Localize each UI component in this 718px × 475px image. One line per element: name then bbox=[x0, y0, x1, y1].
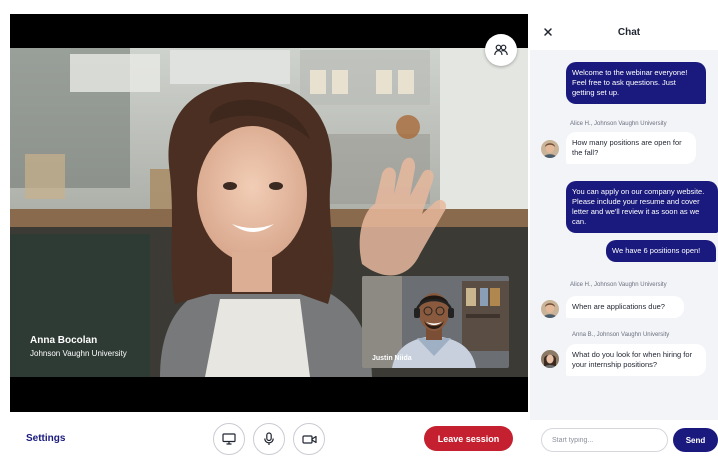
chat-message-sent: We have 6 positions open! bbox=[606, 240, 716, 262]
chat-message-meta: Alice H., Johnson Vaughn University bbox=[570, 282, 667, 288]
avatar bbox=[541, 140, 559, 158]
camera-button[interactable] bbox=[293, 423, 325, 455]
main-video: Anna Bocolan Johnson Vaughn University J… bbox=[10, 14, 528, 412]
video-camera-icon bbox=[301, 434, 317, 444]
monitor-icon bbox=[222, 433, 236, 445]
chat-messages[interactable]: Welcome to the webinar everyone! Feel fr… bbox=[530, 50, 718, 420]
microphone-icon bbox=[264, 432, 274, 445]
avatar bbox=[541, 350, 559, 368]
speaker-name: Anna Bocolan bbox=[30, 335, 98, 346]
microphone-button[interactable] bbox=[253, 423, 285, 455]
avatar bbox=[541, 300, 559, 318]
speaker-organization: Johnson Vaughn University bbox=[30, 349, 127, 358]
participants-button[interactable] bbox=[485, 34, 517, 66]
pip-speaker-name: Justin Niida bbox=[372, 355, 412, 362]
chat-message-meta: Anna B., Johnson Vaughn University bbox=[572, 332, 670, 338]
chat-message-received: What do you look for when hiring for you… bbox=[566, 344, 706, 376]
leave-session-button[interactable]: Leave session bbox=[424, 426, 513, 451]
send-button[interactable]: Send bbox=[673, 428, 718, 452]
chat-message-sent: Welcome to the webinar everyone! Feel fr… bbox=[566, 62, 706, 104]
chat-input[interactable] bbox=[541, 428, 668, 452]
chat-message-received: When are applications due? bbox=[566, 296, 684, 318]
share-screen-button[interactable] bbox=[213, 423, 245, 455]
chat-title: Chat bbox=[617, 27, 641, 38]
participants-icon bbox=[494, 44, 508, 56]
chat-panel: Chat Welcome to the webinar everyone! Fe… bbox=[530, 14, 718, 475]
settings-link[interactable]: Settings bbox=[26, 433, 65, 444]
chat-message-received: How many positions are open for the fall… bbox=[566, 132, 696, 164]
chat-message-sent: You can apply on our company website. Pl… bbox=[566, 181, 718, 233]
chat-message-meta: Alice H., Johnson Vaughn University bbox=[570, 121, 667, 127]
